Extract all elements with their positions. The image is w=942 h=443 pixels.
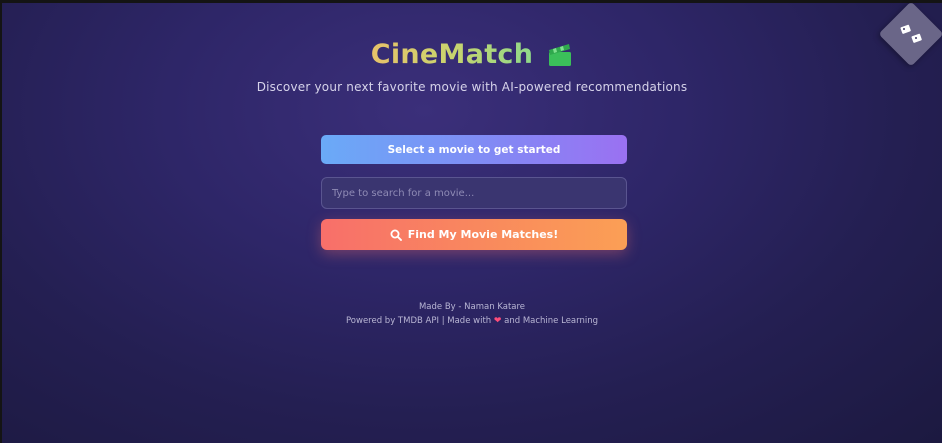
find-matches-button[interactable]: Find My Movie Matches! [321,219,627,250]
page-footer: Made By - Naman Katare Powered by TMDB A… [2,300,942,328]
title-row: CineMatch [371,39,574,70]
app-title: CineMatch [370,39,534,70]
app-page: CineMatch Discover your next favorite mo… [2,1,942,443]
selected-movie-banner: Select a movie to get started [321,135,627,164]
page-subtitle: Discover your next favorite movie with A… [256,80,688,94]
made-by-text: Made By - Naman Katare [418,302,526,312]
powered-by-line: Powered by TMDB API | Made with ❤ and Ma… [2,314,942,328]
powered-by-text: Powered by TMDB API | Made with [345,316,492,326]
powered-by-suffix: and Machine Learning [504,316,599,326]
heart-icon: ❤ [493,316,502,326]
movie-search-input[interactable] [321,177,627,209]
search-icon [390,229,402,241]
page-header: CineMatch Discover your next favorite mo… [2,39,942,94]
clapperboard-icon [549,43,572,66]
find-matches-label: Find My Movie Matches! [407,228,559,241]
selected-movie-label: Select a movie to get started [387,143,561,156]
